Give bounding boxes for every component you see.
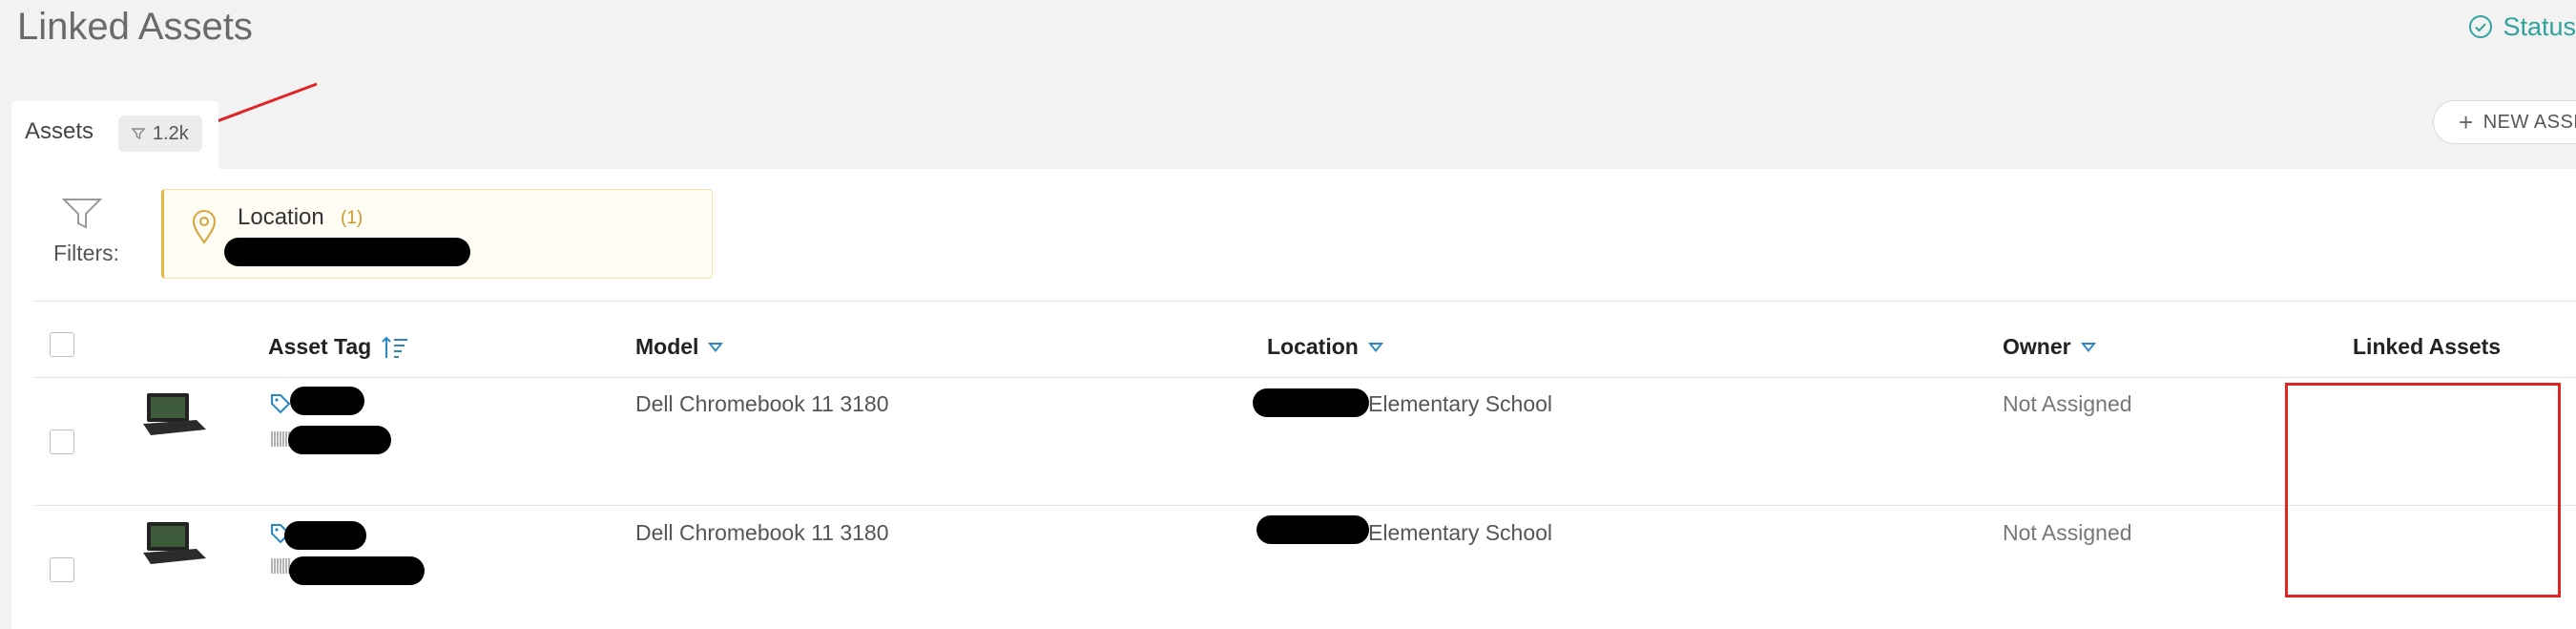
filter-icon[interactable] [61, 197, 103, 231]
filter-icon [132, 128, 145, 140]
chevron-down-icon [708, 342, 724, 352]
location-cell: Elementary School [1368, 520, 1553, 545]
model-cell: Dell Chromebook 11 3180 [635, 391, 889, 416]
location-filter-count: (1) [341, 208, 364, 228]
status-link[interactable]: Status [2468, 8, 2576, 46]
assets-count: 1.2k [153, 122, 189, 144]
location-cell: Elementary School [1368, 391, 1553, 416]
column-owner-label: Owner [2003, 334, 2071, 359]
location-filter-title: Location [238, 204, 324, 230]
redacted-barcode [289, 556, 425, 585]
owner-cell: Not Assigned [2003, 520, 2132, 545]
redacted-location-prefix [1253, 388, 1369, 417]
sort-ascending-icon [382, 336, 408, 358]
tag-icon [271, 394, 291, 414]
column-location[interactable]: Location [1267, 334, 1383, 360]
filters-label: Filters: [53, 241, 119, 265]
column-owner[interactable]: Owner [2003, 334, 2096, 360]
redacted-barcode [288, 426, 391, 454]
column-asset-tag-label: Asset Tag [268, 334, 372, 359]
chevron-down-icon [1367, 342, 1383, 352]
owner-cell: Not Assigned [2003, 391, 2132, 416]
new-asset-label: NEW ASSE [2483, 111, 2576, 133]
column-linked-assets: Linked Assets [2353, 334, 2501, 360]
new-asset-button[interactable]: + NEW ASSE [2433, 100, 2576, 144]
redacted-asset-tag [290, 387, 364, 415]
redacted-asset-tag [284, 521, 366, 550]
laptop-thumbnail [143, 522, 206, 564]
page-title: Linked Assets [17, 6, 253, 48]
row-checkbox[interactable] [50, 557, 74, 582]
map-pin-icon [192, 210, 217, 244]
row-checkbox[interactable] [50, 430, 74, 454]
select-all-checkbox[interactable] [50, 332, 74, 357]
model-cell: Dell Chromebook 11 3180 [635, 520, 889, 545]
laptop-thumbnail [143, 393, 206, 435]
column-model-label: Model [635, 334, 699, 359]
redacted-location-value [224, 238, 470, 266]
redacted-location-prefix [1257, 515, 1369, 544]
check-circle-icon [2468, 14, 2493, 39]
divider [34, 301, 2576, 302]
column-asset-tag[interactable]: Asset Tag [268, 334, 409, 360]
column-linked-assets-label: Linked Assets [2353, 334, 2502, 359]
assets-count-badge[interactable]: 1.2k [118, 115, 202, 152]
linked-assets-highlight [2285, 383, 2561, 598]
column-location-label: Location [1267, 334, 1359, 359]
column-model[interactable]: Model [635, 334, 724, 360]
chevron-down-icon [2080, 342, 2096, 352]
tab-assets-label: Assets [25, 118, 94, 144]
status-label: Status [2503, 11, 2576, 41]
plus-icon: + [2459, 108, 2474, 136]
